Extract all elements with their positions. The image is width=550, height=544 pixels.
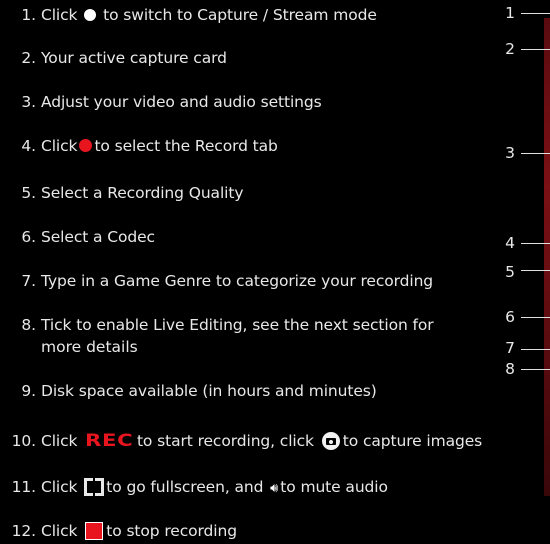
step-number: 7. [21,272,36,290]
step-text: Select a Recording Quality [41,184,244,202]
step-number: 10. [11,432,36,450]
step-text: Your active capture card [41,49,227,67]
step-12: 12. Click to stop recording [0,520,237,542]
instructions-list: 1. Click to switch to Capture / Stream mo… [0,0,550,544]
fullscreen-icon [84,477,105,496]
step-5: 5. Select a Recording Quality [0,182,243,204]
rec-button-icon: REC [85,431,134,451]
step-number: 1. [21,6,36,24]
step-number: 12. [11,522,36,540]
callout-number-4: 4 [505,234,515,252]
speaker-icon: 🔊︎ [270,481,279,496]
callout-number-3: 3 [505,144,515,162]
step-text: Click [41,432,78,450]
callout-line-2 [521,49,550,50]
step-number: 5. [21,184,36,202]
step-text: to stop recording [106,522,237,540]
step-4: 4. Click to select the Record tab [0,135,278,157]
step-text: Click [41,478,78,496]
step-11: 11. Click to go fullscreen, and 🔊︎ to mute… [0,476,388,500]
step-8-continuation: more details [41,338,138,356]
step-number: 3. [21,93,36,111]
step-number: 2. [21,49,36,67]
step-text: Disk space available (in hours and minut… [41,382,377,400]
step-text: Select a Codec [41,228,155,246]
callout-number-6: 6 [505,308,515,326]
step-text: Adjust your video and audio settings [41,93,322,111]
step-1: 1. Click to switch to Capture / Stream mo… [0,4,377,26]
step-9: 9. Disk space available (in hours and min… [0,380,377,402]
app-screenshot-edge [544,18,550,496]
callout-line-7 [521,349,550,350]
callout-line-4 [521,243,550,244]
callout-number-1: 1 [505,4,515,22]
step-number: 4. [21,137,36,155]
step-text: Type in a Game Genre to categorize your … [41,272,434,290]
step-10: 10. Click REC to start recording, click to… [0,430,483,452]
step-text: to start recording, click [136,432,314,450]
step-7: 7. Type in a Game Genre to categorize you… [0,270,433,292]
step-text: to switch to Capture / Stream mode [103,6,377,24]
callout-number-8: 8 [505,360,515,378]
step-text: Tick to enable Live Editing, see the nex… [41,316,434,334]
step-6: 6. Select a Codec [0,226,155,248]
step-number: 6. [21,228,36,246]
callout-number-5: 5 [505,263,515,281]
white-circle-icon [84,8,97,21]
red-circle-icon [79,139,93,152]
callout-line-8 [521,369,550,370]
step-text: Click [41,6,78,24]
step-text: to select the Record tab [94,137,278,155]
callout-line-3 [521,153,550,154]
step-text: Click [41,137,78,155]
step-8: 8. Tick to enable Live Editing, see the n… [0,314,434,336]
step-text: to mute audio [280,478,388,496]
callout-line-1 [521,13,550,14]
camera-icon [321,431,340,450]
step-number: 8. [21,316,36,334]
step-text: to go fullscreen, and [106,478,264,496]
step-number: 11. [11,478,36,496]
callout-line-5 [521,270,550,271]
step-number: 9. [21,382,36,400]
stop-icon [85,521,104,540]
step-text: Click [41,522,78,540]
step-text: to capture images [342,432,483,450]
callout-number-7: 7 [505,339,515,357]
step-3: 3. Adjust your video and audio settings [0,91,322,113]
callout-line-6 [521,317,550,318]
callout-number-2: 2 [505,40,515,58]
step-2: 2. Your active capture card [0,47,227,69]
